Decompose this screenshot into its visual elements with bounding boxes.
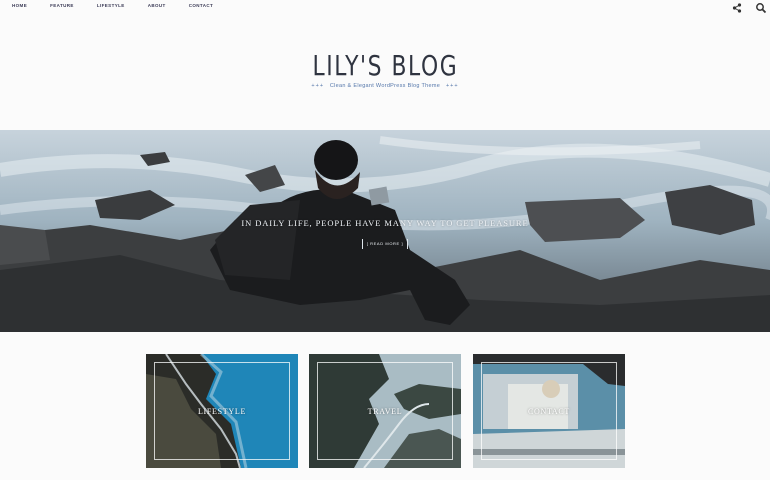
hero-slider[interactable]: ‹ › [0,130,770,332]
nav-item-home[interactable]: Home [12,3,27,8]
nav-item-feature[interactable]: Feature [50,3,74,8]
share-icon[interactable] [731,1,743,13]
tagline-left-dashes: +++ [311,83,325,89]
category-card-contact[interactable]: Contact [473,354,625,468]
category-card-travel[interactable]: Travel [309,354,461,468]
tagline-right-dashes: +++ [445,83,459,89]
top-bar: Home Feature Lifestyle About Contact [0,0,770,14]
site-tagline-row: +++ Clean & Elegant WordPress Blog Theme… [0,83,770,89]
search-icon[interactable] [755,1,767,14]
nav-item-contact[interactable]: Contact [189,3,213,8]
main-nav: Home Feature Lifestyle About Contact [12,3,236,8]
slide-image [0,130,770,332]
site-tagline: Clean & Elegant WordPress Blog Theme [329,83,441,89]
site-header: LILY'S BLOG [0,46,770,86]
site-logo[interactable]: LILY'S BLOG [312,46,458,86]
category-card-lifestyle[interactable]: Lifestyle [146,354,298,468]
read-more-button[interactable]: [ Read More ] [362,239,408,249]
nav-item-lifestyle[interactable]: Lifestyle [97,3,125,8]
card-label[interactable]: Contact [473,407,625,416]
slide-caption[interactable]: In daily life, people have many way to g… [0,218,770,228]
nav-item-about[interactable]: About [148,3,166,8]
card-label[interactable]: Travel [309,407,461,416]
card-label[interactable]: Lifestyle [146,407,298,416]
top-icons [731,1,767,14]
